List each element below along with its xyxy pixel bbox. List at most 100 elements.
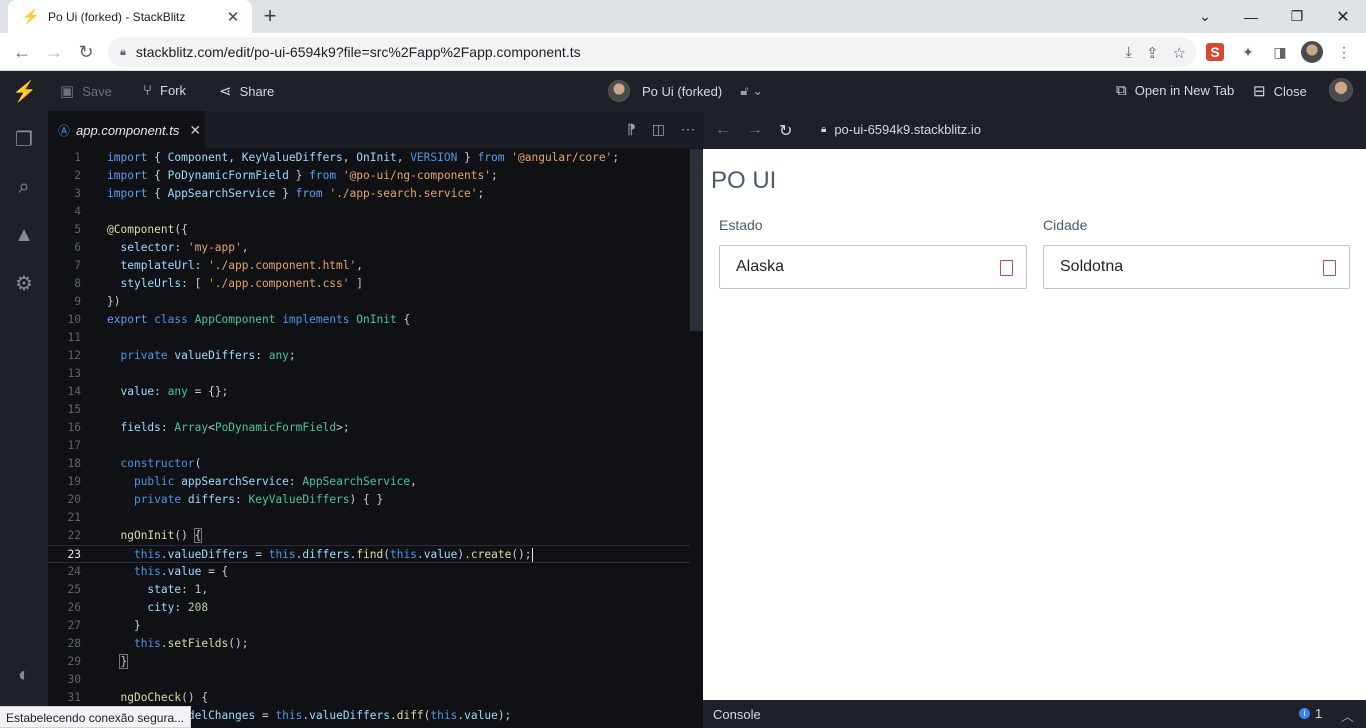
close-file-icon[interactable]: ✕: [189, 122, 201, 139]
code-line[interactable]: 28 this.setFields();: [48, 635, 690, 653]
tab-app-component[interactable]: Ⓐ app.component.ts ✕: [48, 111, 205, 149]
code-line[interactable]: 30: [48, 671, 690, 689]
code-line[interactable]: 16 fields: Array<PoDynamicFormField>;: [48, 419, 690, 437]
stackblitz-logo-icon[interactable]: ⚡: [12, 79, 37, 104]
bookmark-star-icon[interactable]: ☆: [1173, 44, 1186, 62]
code-line[interactable]: 4: [48, 203, 690, 221]
fork-button[interactable]: ⑂ Fork: [143, 82, 186, 99]
reload-icon[interactable]: ↻: [73, 39, 99, 65]
profile-avatar[interactable]: [1301, 41, 1323, 63]
code-line[interactable]: 17: [48, 437, 690, 455]
preview-toolbar: ← → ↻ 🔒︎ po-ui-6594k9.stackblitz.io: [703, 111, 1366, 149]
preview-forward-icon[interactable]: →: [747, 121, 763, 139]
code-line[interactable]: 25 state: 1,: [48, 581, 690, 599]
restore-icon[interactable]: ❐: [1274, 0, 1320, 33]
split-editor-icon[interactable]: ◫: [652, 121, 665, 138]
preview-url: po-ui-6594k9.stackblitz.io: [834, 122, 982, 137]
open-new-tab-button[interactable]: ⧉ Open in New Tab: [1116, 82, 1234, 99]
line-number: 24: [67, 565, 81, 578]
browser-menu-icon[interactable]: ⋮: [1333, 41, 1355, 63]
code-line[interactable]: 15: [48, 401, 690, 419]
city-select[interactable]: Soldotna: [1043, 245, 1350, 289]
code-line[interactable]: 29 }: [48, 653, 690, 671]
console-bar[interactable]: Console i 1 ︿: [703, 700, 1366, 728]
code-line[interactable]: 6 selector: 'my-app',: [48, 239, 690, 257]
code-text: ngOnInit() {: [120, 528, 203, 543]
code-line[interactable]: 19 public appSearchService: AppSearchSer…: [48, 473, 690, 491]
console-expand-icon[interactable]: ︿: [1341, 706, 1354, 725]
search-icon[interactable]: ⌕: [0, 167, 48, 207]
more-actions-icon[interactable]: ⋯: [681, 121, 695, 138]
city-dropdown-icon: [1323, 260, 1336, 276]
code-line[interactable]: 1 import { Component, KeyValueDiffers, On…: [48, 149, 690, 167]
browser-toolbar: ← → ↻ 🔒︎ stackblitz.com/edit/po-ui-6594k…: [0, 33, 1366, 71]
back-icon[interactable]: ←: [9, 39, 35, 65]
address-bar[interactable]: 🔒︎ stackblitz.com/edit/po-ui-6594k9?file…: [108, 37, 1196, 67]
save-button[interactable]: ▣ Save: [60, 82, 112, 100]
line-number: 8: [74, 277, 81, 290]
code-text: @Component({: [107, 223, 188, 236]
firebase-icon[interactable]: ▲: [0, 215, 48, 255]
tab-search-icon[interactable]: ⌄: [1182, 0, 1228, 33]
code-editor[interactable]: 1 import { Component, KeyValueDiffers, On…: [48, 149, 703, 728]
code-line[interactable]: 3 import { AppSearchService } from './app…: [48, 185, 690, 203]
side-panel-icon[interactable]: ◨: [1269, 41, 1291, 63]
settings-gear-icon[interactable]: ⚙: [0, 263, 48, 303]
preview-page: PO UI Estado Alaska Cidade Soldotna: [703, 149, 1366, 700]
code-line[interactable]: 8 styleUrls: [ './app.component.css' ]: [48, 275, 690, 293]
line-number: 16: [67, 421, 81, 434]
line-number: 6: [74, 241, 81, 254]
theme-toggle-icon[interactable]: ◐: [0, 655, 48, 695]
code-line[interactable]: 20 private differs: KeyValueDiffers) { }: [48, 491, 690, 509]
editor-scrollbar-thumb[interactable]: [690, 149, 703, 331]
project-title-button[interactable]: Po Ui (forked) 🔓︎ ⌄: [608, 80, 763, 102]
extensions-puzzle-icon[interactable]: ✦: [1237, 41, 1259, 63]
code-line[interactable]: 11: [48, 329, 690, 347]
fork-label: Fork: [160, 83, 187, 98]
user-avatar[interactable]: [1329, 78, 1353, 102]
code-line[interactable]: 2 import { PoDynamicFormField } from '@po…: [48, 167, 690, 185]
files-icon[interactable]: ❐: [0, 119, 48, 159]
close-preview-button[interactable]: ⊟ Close: [1253, 82, 1307, 100]
code-line[interactable]: 5 @Component({: [48, 221, 690, 239]
code-line[interactable]: 14 value: any = {};: [48, 383, 690, 401]
code-text: private valueDiffers: any;: [120, 349, 296, 362]
code-line[interactable]: 13: [48, 365, 690, 383]
code-text: import { AppSearchService } from './app-…: [107, 187, 485, 200]
code-line[interactable]: 9}): [48, 293, 690, 311]
code-line[interactable]: 10 export class AppComponent implements O…: [48, 311, 690, 329]
extension-s-icon[interactable]: S: [1206, 43, 1224, 61]
state-select[interactable]: Alaska: [719, 245, 1027, 289]
code-line[interactable]: 18 constructor(: [48, 455, 690, 473]
line-number: 18: [67, 457, 81, 470]
browser-tab[interactable]: ⚡ Po Ui (forked) - StackBlitz ✕: [8, 0, 252, 33]
code-line[interactable]: 24 this.value = {: [48, 563, 690, 581]
preview-back-icon[interactable]: ←: [715, 121, 731, 139]
code-line[interactable]: 26 city: 208: [48, 599, 690, 617]
line-number: 10: [67, 313, 81, 326]
share-page-icon[interactable]: ⇪: [1146, 44, 1159, 62]
code-line[interactable]: 12 private valueDiffers: any;: [48, 347, 690, 365]
preview-url-bar[interactable]: 🔒︎ po-ui-6594k9.stackblitz.io: [821, 122, 981, 137]
code-line[interactable]: 23 this.valueDiffers = this.differs.find…: [48, 545, 690, 563]
code-line[interactable]: 21: [48, 509, 690, 527]
install-icon[interactable]: ⤓: [1125, 44, 1132, 62]
state-dropdown-icon: [1000, 260, 1013, 276]
code-text: private differs: KeyValueDiffers) { }: [133, 493, 384, 506]
format-icon[interactable]: ⁋: [627, 121, 636, 138]
close-window-icon[interactable]: ✕: [1320, 0, 1366, 33]
code-line[interactable]: 22 ngOnInit() {: [48, 527, 690, 545]
close-panel-icon: ⊟: [1253, 83, 1266, 100]
share-button[interactable]: ⋖ Share: [219, 82, 274, 100]
forward-icon[interactable]: →: [41, 39, 67, 65]
save-label: Save: [82, 83, 112, 99]
preview-reload-icon[interactable]: ↻: [779, 121, 792, 141]
code-line[interactable]: 31 ngDoCheck() {: [48, 689, 690, 707]
minimize-icon[interactable]: —: [1228, 0, 1274, 33]
code-line[interactable]: 27 }: [48, 617, 690, 635]
browser-tab-title: Po Ui (forked) - StackBlitz: [48, 9, 186, 24]
close-tab-icon[interactable]: ✕: [224, 8, 242, 26]
code-line[interactable]: 7 templateUrl: './app.component.html',: [48, 257, 690, 275]
share-icon: ⋖: [219, 83, 232, 100]
new-tab-icon[interactable]: +: [258, 5, 282, 29]
